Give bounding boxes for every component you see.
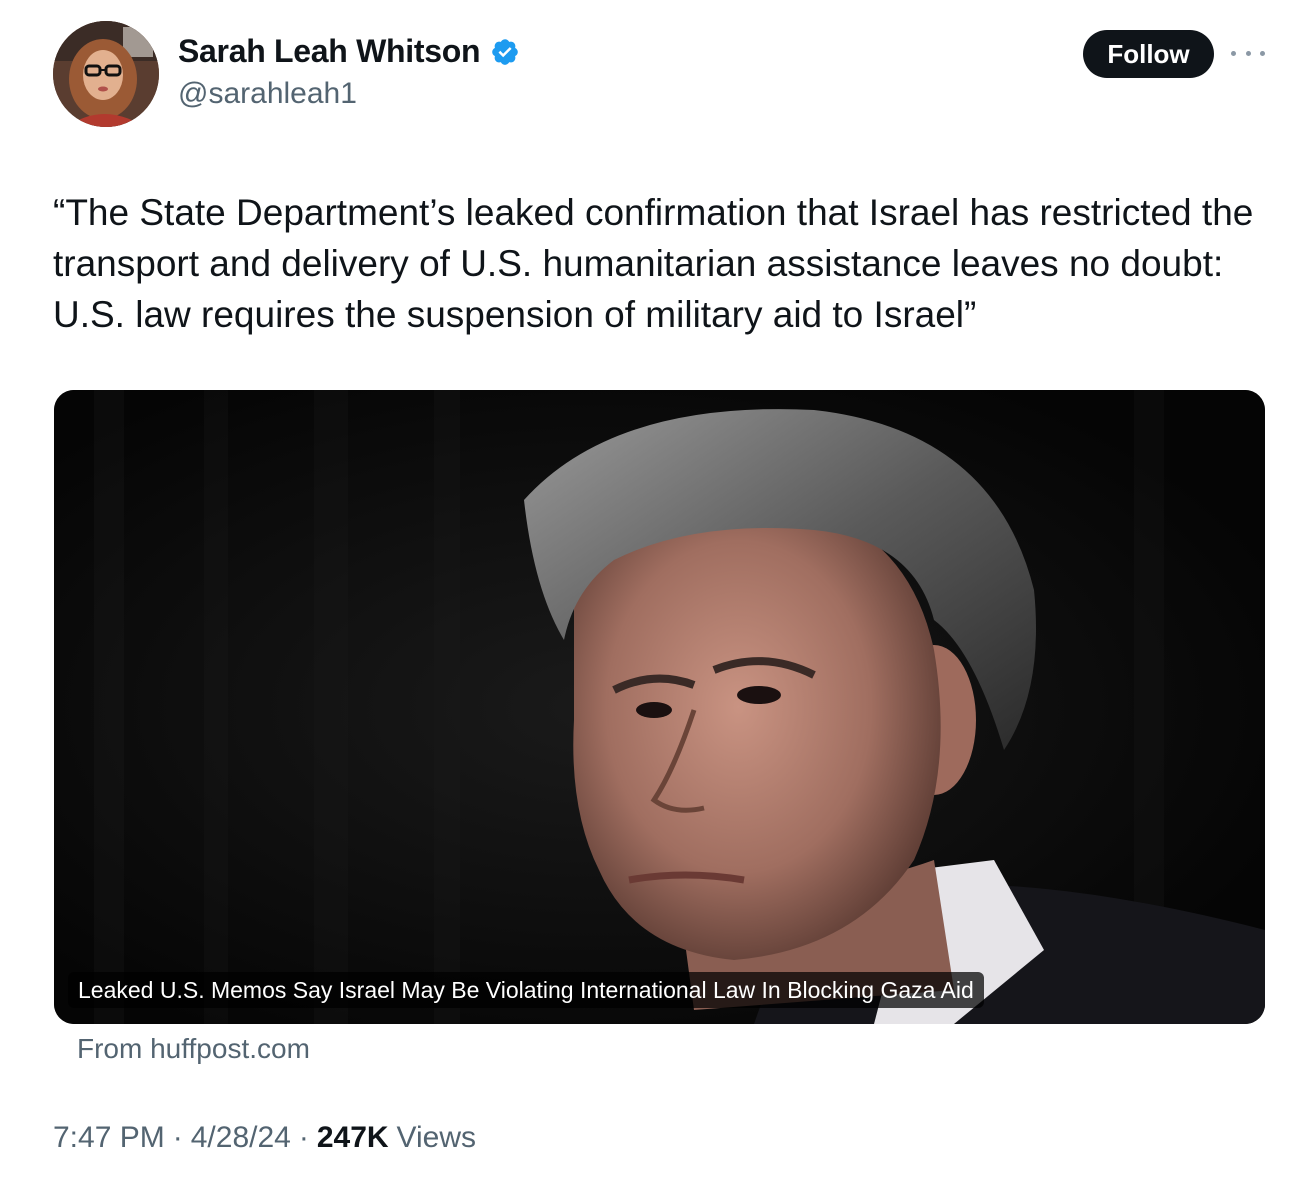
card-caption: Leaked U.S. Memos Say Israel May Be Viol… [68, 972, 984, 1008]
tweet-time[interactable]: 7:47 PM [53, 1121, 165, 1155]
meta-separator: · [172, 1121, 183, 1154]
tweet-date[interactable]: 4/28/24 [191, 1121, 291, 1155]
views-label: Views [396, 1121, 477, 1154]
meta-separator: · [298, 1121, 309, 1154]
views-count: 247K [316, 1121, 389, 1154]
card-source[interactable]: From huffpost.com [77, 1033, 310, 1065]
tweet-meta: 7:47 PM · 4/28/24 · 247K Views [53, 1121, 476, 1155]
follow-button[interactable]: Follow [1083, 30, 1214, 78]
author-display-name[interactable]: Sarah Leah Whitson [178, 33, 481, 70]
avatar-image [53, 21, 159, 127]
card-image [54, 390, 1265, 1024]
author-avatar[interactable] [53, 21, 159, 127]
more-dots-icon[interactable] [1231, 42, 1265, 64]
author-name-row: Sarah Leah Whitson [178, 33, 520, 70]
author-handle[interactable]: @sarahleah1 [178, 77, 357, 111]
tweet-text: “The State Department’s leaked confirmat… [53, 192, 1254, 335]
dot [1245, 50, 1251, 56]
dot [1260, 50, 1265, 56]
link-preview-card[interactable]: Leaked U.S. Memos Say Israel May Be Viol… [54, 390, 1265, 1024]
tweet-page: Sarah Leah Whitson @sarahleah1 Follow “T… [0, 0, 1310, 1179]
verified-badge-icon [492, 38, 519, 65]
dot [1231, 50, 1236, 56]
